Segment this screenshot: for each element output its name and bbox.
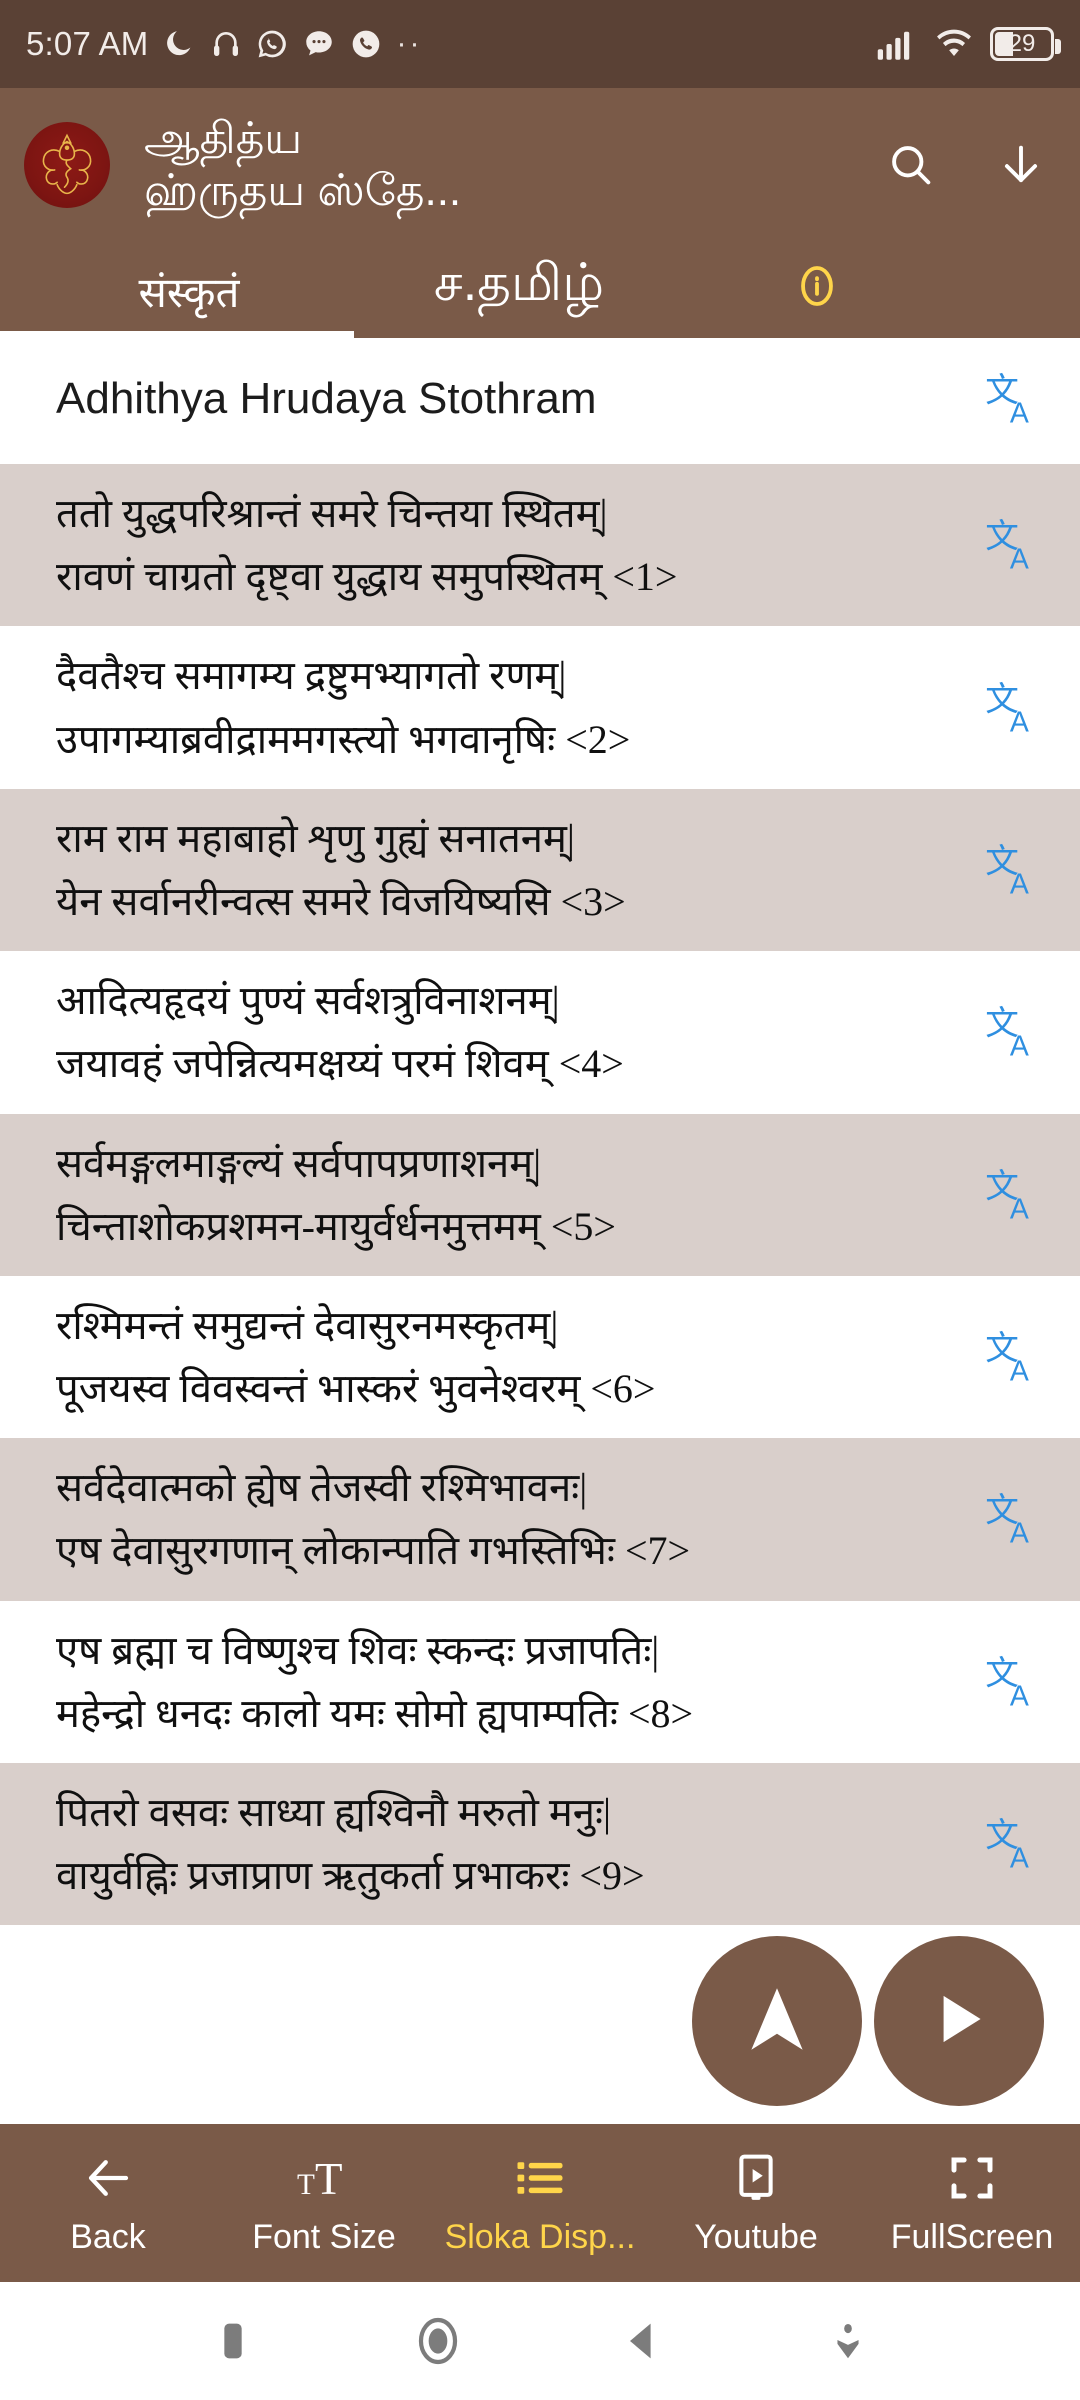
battery-level: 29 — [1008, 30, 1036, 57]
status-bar-left: 5:07 AM ·· — [26, 25, 422, 63]
play-audio-button[interactable] — [874, 1936, 1044, 2106]
app-title: ஆதித்ய ஹ்ருதய ஸ்தே... — [144, 113, 704, 217]
verse-row[interactable]: राम राम महाबाहो शृणु गुह्यं सनातनम्| येन… — [0, 788, 1080, 952]
battery-indicator: 29 — [990, 27, 1061, 61]
play-icon — [922, 1982, 996, 2061]
translate-icon[interactable]: 文A — [976, 1488, 1054, 1550]
bottom-item-sloka-display-label: Sloka Disp... — [444, 2217, 636, 2256]
translate-icon[interactable]: 文A — [976, 368, 1054, 430]
cellular-signal-icon — [876, 28, 918, 60]
verse-text: पितरो वसवः साध्या ह्यश्विनौ मरुतो मनुः| … — [56, 1790, 645, 1899]
verse-text: सर्वदेवात्मको ह्येष तेजस्वी रश्मिभावनः| … — [56, 1465, 691, 1574]
svg-text:A: A — [1010, 1031, 1029, 1063]
android-navigation-bar — [0, 2282, 1080, 2400]
fullscreen-icon — [945, 2150, 999, 2206]
translate-icon[interactable]: 文A — [976, 839, 1054, 901]
svg-text:T: T — [315, 2153, 343, 2203]
recents-icon[interactable] — [188, 2296, 278, 2386]
page-title: Adhithya Hrudaya Stothram — [56, 374, 597, 423]
status-bar: 5:07 AM ·· 29 — [0, 0, 1080, 88]
bottom-item-font-size-label: Font Size — [252, 2217, 396, 2256]
tab-sanskrit[interactable]: संस्कृतं — [0, 263, 354, 338]
app-bar-actions — [884, 138, 1056, 192]
verse-text: दैवतैश्च समागम्य द्रष्टुमभ्यागतो रणम्| उ… — [56, 653, 631, 762]
verse-row[interactable]: सर्वदेवात्मको ह्येष तेजस्वी रश्मिभावनः| … — [0, 1438, 1080, 1601]
translate-icon[interactable]: 文A — [976, 1651, 1054, 1713]
bottom-toolbar: Back TT Font Size Sloka Disp... Youtube … — [0, 2124, 1080, 2282]
home-icon[interactable] — [393, 2296, 483, 2386]
svg-text:T: T — [297, 2168, 315, 2200]
verse-row[interactable]: एष ब्रह्मा च विष्णुश्च शिवः स्कन्दः प्रज… — [0, 1600, 1080, 1763]
verse-text: रश्मिमन्तं समुद्यन्तं देवासुरनमस्कृतम्| … — [56, 1302, 656, 1412]
moon-icon — [162, 27, 196, 61]
font-size-icon: TT — [297, 2150, 351, 2206]
ganesha-logo-icon — [24, 122, 110, 208]
bottom-item-fullscreen[interactable]: FullScreen — [864, 2150, 1080, 2257]
navigation-up-icon — [736, 1978, 818, 2065]
back-icon[interactable] — [598, 2296, 688, 2386]
bottom-item-back[interactable]: Back — [0, 2150, 216, 2257]
verse-text: सर्वमङ्गलमाङ्गल्यं सर्वपापप्रणाशनम्| चिन… — [56, 1140, 616, 1249]
verse-text: एष ब्रह्मा च विष्णुश्च शिवः स्कन्दः प्रज… — [56, 1627, 694, 1736]
verse-row[interactable]: ततो युद्धपरिश्रान्तं समरे चिन्तया स्थितम… — [0, 464, 1080, 627]
app-bar: ஆதித்ய ஹ்ருதய ஸ்தே... संस्कृतं ச.தமிழ் — [0, 88, 1080, 338]
app-screen: 5:07 AM ·· 29 ஆதித்ய ஹ்ருதய ஸ்தே... संस्… — [0, 0, 1080, 2400]
tab-tamil[interactable]: ச.தமிழ் — [354, 253, 684, 338]
video-player-icon — [729, 2150, 783, 2206]
status-time: 5:07 AM — [26, 25, 149, 62]
info-icon[interactable] — [790, 259, 844, 318]
status-bar-right: 29 — [876, 27, 1061, 61]
wifi-icon — [934, 28, 974, 60]
overflow-dots-icon: ·· — [396, 27, 423, 60]
svg-text:A: A — [1010, 1355, 1029, 1387]
app-title-line2: ஹ்ருதய ஸ்தே... — [144, 166, 462, 215]
hide-keyboard-icon[interactable] — [803, 2296, 893, 2386]
verse-text: आदित्यहृदयं पुण्यं सर्वशत्रुविनाशनम्| जय… — [56, 978, 624, 1087]
arrow-left-icon — [81, 2150, 135, 2206]
svg-text:A: A — [1010, 543, 1029, 575]
document-title-row: Adhithya Hrudaya Stothram 文A — [0, 338, 1080, 464]
svg-text:A: A — [1010, 1518, 1029, 1550]
phone-icon — [350, 28, 382, 60]
app-title-line1: ஆதித்ய — [144, 114, 303, 164]
bottom-item-sloka-display[interactable]: Sloka Disp... — [432, 2150, 648, 2257]
bottom-item-back-label: Back — [70, 2217, 146, 2256]
svg-text:A: A — [1010, 1680, 1029, 1712]
svg-text:A: A — [1010, 397, 1029, 429]
svg-text:A: A — [1010, 868, 1029, 900]
verse-row[interactable]: सर्वमङ्गलमाङ्गल्यं सर्वपापप्रणाशनम्| चिन… — [0, 1113, 1080, 1276]
tab-sanskrit-label: संस्कृतं — [138, 269, 240, 316]
bottom-item-font-size[interactable]: TT Font Size — [216, 2150, 432, 2257]
verse-row[interactable]: पितरो वसवः साध्या ह्यश्विनौ मरुतो मनुः| … — [0, 1763, 1080, 1926]
verse-text: ततो युद्धपरिश्रान्तं समरे चिन्तया स्थितम… — [56, 491, 678, 600]
svg-text:A: A — [1010, 706, 1029, 738]
verse-row[interactable]: आदित्यहृदयं पुण्यं सर्वशत्रुविनाशनम्| जय… — [0, 951, 1080, 1114]
tab-tamil-label: ச.தமிழ் — [433, 254, 605, 312]
tab-bar: संस्कृतं ச.தமிழ் — [0, 230, 1056, 338]
translate-icon[interactable]: 文A — [976, 1164, 1054, 1226]
download-icon[interactable] — [994, 138, 1048, 192]
list-icon — [513, 2150, 567, 2206]
translate-icon[interactable]: 文A — [976, 1813, 1054, 1875]
bottom-item-fullscreen-label: FullScreen — [890, 2217, 1054, 2256]
search-icon[interactable] — [884, 138, 938, 192]
verse-row[interactable]: रश्मिमन्तं समुद्यन्तं देवासुरनमस्कृतम्| … — [0, 1275, 1080, 1439]
headphones-icon — [210, 28, 242, 60]
bottom-item-youtube[interactable]: Youtube — [648, 2150, 864, 2257]
messages-icon — [302, 27, 336, 61]
verse-text: राम राम महाबाहो शृणु गुह्यं सनातनम्| येन… — [56, 815, 626, 924]
whatsapp-icon — [256, 28, 288, 60]
scroll-to-top-button[interactable] — [692, 1936, 862, 2106]
translate-icon[interactable]: 文A — [976, 1326, 1054, 1388]
sloka-list[interactable]: Adhithya Hrudaya Stothram 文A ततो युद्धपर… — [0, 338, 1080, 2128]
app-bar-top: ஆதித்ய ஹ்ருதய ஸ்தே... — [24, 100, 1056, 230]
translate-icon[interactable]: 文A — [976, 677, 1054, 739]
translate-icon[interactable]: 文A — [976, 1001, 1054, 1063]
translate-icon[interactable]: 文A — [976, 514, 1054, 576]
verse-row[interactable]: दैवतैश्च समागम्य द्रष्टुमभ्यागतो रणम्| उ… — [0, 626, 1080, 789]
svg-text:A: A — [1010, 1842, 1029, 1874]
svg-text:A: A — [1010, 1193, 1029, 1225]
bottom-item-youtube-label: Youtube — [694, 2217, 818, 2256]
